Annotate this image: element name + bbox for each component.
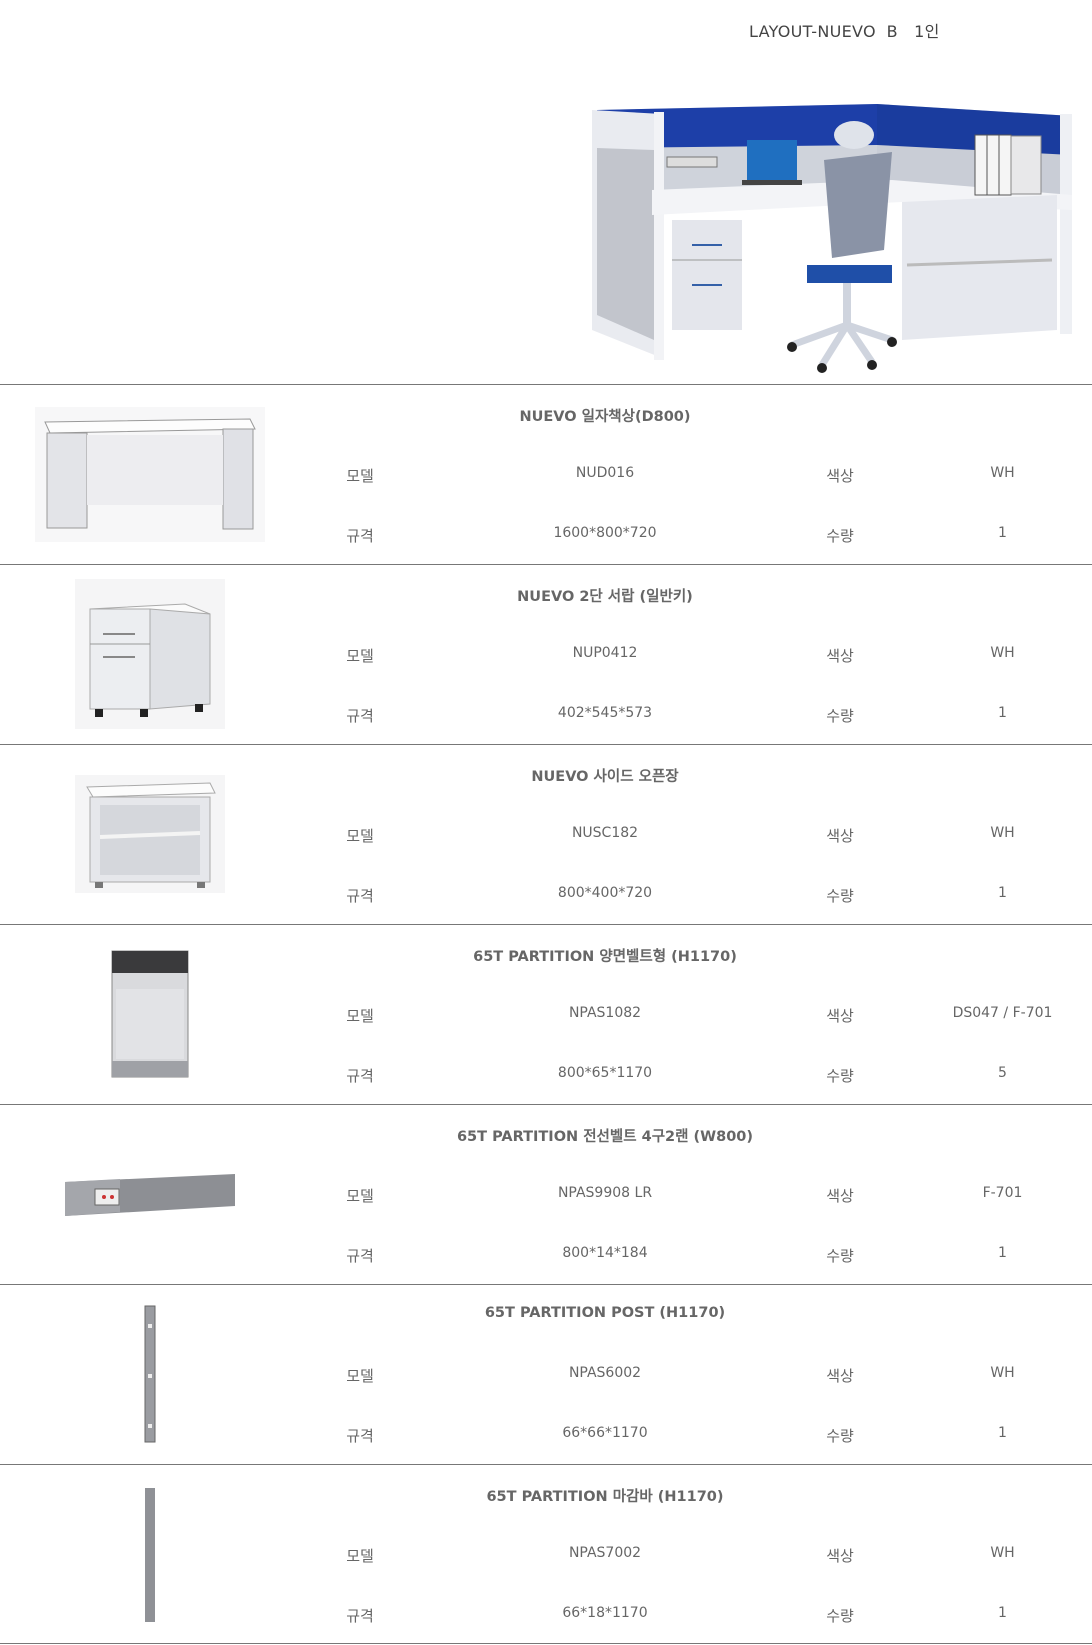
spec-value: 66*18*1170 <box>562 1605 648 1621</box>
color-value: WH <box>990 465 1015 481</box>
model-label: 모델 <box>346 1187 374 1205</box>
model-value: NPAS6002 <box>568 1365 642 1381</box>
spec-value: 800*14*184 <box>562 1245 648 1261</box>
open-cabinet-image <box>20 759 280 909</box>
product-row: 65T PARTITION POST (H1170) 모델 NPAS6002 색… <box>0 1284 1092 1464</box>
model-label: 모델 <box>346 1007 374 1025</box>
product-list: NUEVO 일자책상(D800) 모델 NUD016 색상 WH 규격 1600… <box>0 384 1092 1644</box>
qty-label: 수량 <box>826 1067 854 1085</box>
model-value: NPAS7002 <box>568 1545 642 1561</box>
end-bar-image <box>20 1479 280 1629</box>
qty-label: 수량 <box>826 707 854 725</box>
color-value: WH <box>990 825 1015 841</box>
spec-label: 규격 <box>346 1607 374 1625</box>
qty-label: 수량 <box>826 527 854 545</box>
product-name: NUEVO 2단 서랍 (일반키) <box>517 589 693 605</box>
product-row: 65T PARTITION 전선벨트 4구2랜 (W800) 모델 NPAS99… <box>0 1104 1092 1284</box>
model-value: NUP0412 <box>572 645 638 661</box>
partition-panel-image <box>20 939 280 1089</box>
qty-value: 1 <box>998 1245 1007 1261</box>
spec-value: 800*400*720 <box>557 885 653 901</box>
spec-label: 규격 <box>346 1247 374 1265</box>
product-row: NUEVO 2단 서랍 (일반키) 모델 NUP0412 색상 WH 규격 40… <box>0 564 1092 744</box>
wire-belt-image <box>20 1119 280 1269</box>
product-name: 65T PARTITION 양면벨트형 (H1170) <box>473 949 737 965</box>
desk-image <box>20 399 280 549</box>
qty-value: 1 <box>998 1605 1007 1621</box>
model-value: NPAS9908 LR <box>557 1185 653 1201</box>
drawer-image <box>20 579 280 729</box>
qty-value: 5 <box>998 1065 1007 1081</box>
spec-value: 1600*800*720 <box>553 525 657 541</box>
color-value: WH <box>990 645 1015 661</box>
page-title: LAYOUT-NUEVO B 1인 <box>749 22 940 41</box>
qty-value: 1 <box>998 525 1007 541</box>
spec-value: 402*545*573 <box>557 705 653 721</box>
product-row: 65T PARTITION 양면벨트형 (H1170) 모델 NPAS1082 … <box>0 924 1092 1104</box>
color-label: 색상 <box>826 1547 854 1565</box>
color-value: F-701 <box>982 1185 1023 1201</box>
model-value: NUD016 <box>575 465 635 481</box>
spec-value: 66*66*1170 <box>562 1425 648 1441</box>
product-name: 65T PARTITION 전선벨트 4구2랜 (W800) <box>456 1129 754 1145</box>
model-value: NPAS1082 <box>568 1005 642 1021</box>
product-name: NUEVO 사이드 오픈장 <box>531 769 679 785</box>
model-label: 모델 <box>346 827 374 845</box>
spec-value: 800*65*1170 <box>557 1065 653 1081</box>
product-name: 65T PARTITION 마감바 (H1170) <box>486 1489 724 1505</box>
qty-label: 수량 <box>826 1427 854 1445</box>
layout-render-image <box>592 100 1082 378</box>
qty-value: 1 <box>998 1425 1007 1441</box>
product-name: 65T PARTITION POST (H1170) <box>484 1305 726 1321</box>
color-label: 색상 <box>826 1007 854 1025</box>
qty-label: 수량 <box>826 1247 854 1265</box>
color-label: 색상 <box>826 467 854 485</box>
color-value: DS047 / F-701 <box>952 1005 1053 1021</box>
qty-label: 수량 <box>826 1607 854 1625</box>
spec-label: 규격 <box>346 1067 374 1085</box>
color-label: 색상 <box>826 647 854 665</box>
product-row: NUEVO 사이드 오픈장 모델 NUSC182 색상 WH 규격 800*40… <box>0 744 1092 924</box>
product-row: 65T PARTITION 마감바 (H1170) 모델 NPAS7002 색상… <box>0 1464 1092 1644</box>
model-label: 모델 <box>346 1547 374 1565</box>
spec-label: 규격 <box>346 527 374 545</box>
product-row: NUEVO 일자책상(D800) 모델 NUD016 색상 WH 규격 1600… <box>0 384 1092 564</box>
spec-label: 규격 <box>346 887 374 905</box>
qty-value: 1 <box>998 885 1007 901</box>
model-value: NUSC182 <box>571 825 639 841</box>
product-name: NUEVO 일자책상(D800) <box>519 409 691 425</box>
model-label: 모델 <box>346 467 374 485</box>
model-label: 모델 <box>346 1367 374 1385</box>
post-image <box>20 1299 280 1449</box>
color-label: 색상 <box>826 827 854 845</box>
color-label: 색상 <box>826 1187 854 1205</box>
color-value: WH <box>990 1365 1015 1381</box>
color-value: WH <box>990 1545 1015 1561</box>
qty-label: 수량 <box>826 887 854 905</box>
spec-label: 규격 <box>346 1427 374 1445</box>
model-label: 모델 <box>346 647 374 665</box>
spec-label: 규격 <box>346 707 374 725</box>
color-label: 색상 <box>826 1367 854 1385</box>
qty-value: 1 <box>998 705 1007 721</box>
